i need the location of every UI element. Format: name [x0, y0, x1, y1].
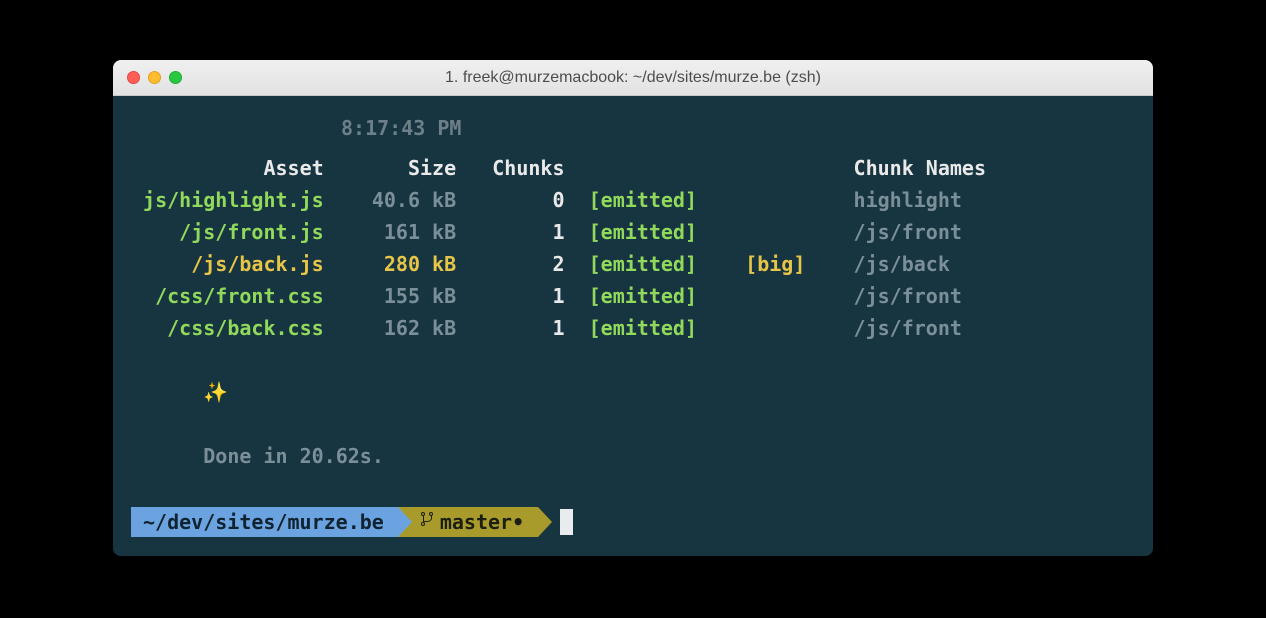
size-flag: [big] [745, 252, 829, 276]
chunk-id: 0 [480, 188, 564, 212]
window-title: 1. freek@murzemacbook: ~/dev/sites/murze… [113, 69, 1153, 87]
emit-status: [emitted] [589, 220, 721, 244]
chunk-name: /js/back [854, 252, 950, 276]
size-flag [745, 220, 829, 244]
chunk-name: /js/front [854, 284, 962, 308]
titlebar[interactable]: 1. freek@murzemacbook: ~/dev/sites/murze… [113, 60, 1153, 96]
asset-size: 280 kB [348, 252, 456, 276]
timestamp: 8:17:43 PM [131, 112, 1135, 144]
table-row: /js/back.js 280 kB 2 [emitted] [big] /js… [131, 248, 1135, 280]
window-controls [127, 71, 182, 84]
prompt-line[interactable]: ~/dev/sites/murze.be master • [131, 506, 1135, 538]
chunk-name: highlight [854, 188, 962, 212]
prompt-path: ~/dev/sites/murze.be [143, 506, 384, 538]
size-flag [745, 284, 829, 308]
chunk-name: /js/front [854, 316, 962, 340]
asset-size: 155 kB [348, 284, 456, 308]
asset-size: 40.6 kB [348, 188, 456, 212]
chunk-id: 1 [480, 220, 564, 244]
asset-size: 161 kB [348, 220, 456, 244]
emit-status: [emitted] [589, 284, 721, 308]
terminal-body[interactable]: 8:17:43 PM Asset Size Chunks Chunk Names… [113, 96, 1153, 556]
asset-size: 162 kB [348, 316, 456, 340]
size-flag [745, 188, 829, 212]
prompt-branch: master [440, 506, 512, 538]
asset-name: /css/back.css [131, 316, 324, 340]
table-row: /css/back.css 162 kB 1 [emitted] /js/fro… [131, 312, 1135, 344]
table-row: /css/front.css 155 kB 1 [emitted] /js/fr… [131, 280, 1135, 312]
table-row: js/highlight.js 40.6 kB 0 [emitted] high… [131, 184, 1135, 216]
emit-status: [emitted] [589, 252, 721, 276]
emit-status: [emitted] [589, 188, 721, 212]
close-icon[interactable] [127, 71, 140, 84]
prompt-dirty-indicator: • [512, 506, 524, 538]
table-header: Asset Size Chunks Chunk Names [131, 152, 1135, 184]
chunk-id: 2 [480, 252, 564, 276]
minimize-icon[interactable] [148, 71, 161, 84]
chunk-id: 1 [480, 316, 564, 340]
size-flag [745, 316, 829, 340]
asset-name: /js/back.js [131, 252, 324, 276]
build-output-table: Asset Size Chunks Chunk Names js/highlig… [131, 152, 1135, 344]
prompt-git-segment: master • [398, 507, 538, 537]
sparkle-icon: ✨ [203, 380, 228, 404]
asset-name: /js/front.js [131, 220, 324, 244]
chunk-name: /js/front [854, 220, 962, 244]
table-row: /js/front.js 161 kB 1 [emitted] /js/fron… [131, 216, 1135, 248]
maximize-icon[interactable] [169, 71, 182, 84]
done-line: ✨ Done in 20.62s. [131, 344, 1135, 504]
terminal-window: 1. freek@murzemacbook: ~/dev/sites/murze… [113, 60, 1153, 556]
git-branch-icon [420, 505, 434, 537]
chunk-id: 1 [480, 284, 564, 308]
asset-name: js/highlight.js [131, 188, 324, 212]
cursor [560, 509, 573, 535]
done-text: Done in 20.62s. [203, 444, 384, 468]
emit-status: [emitted] [589, 316, 721, 340]
prompt-path-segment: ~/dev/sites/murze.be [131, 507, 398, 537]
asset-name: /css/front.css [131, 284, 324, 308]
